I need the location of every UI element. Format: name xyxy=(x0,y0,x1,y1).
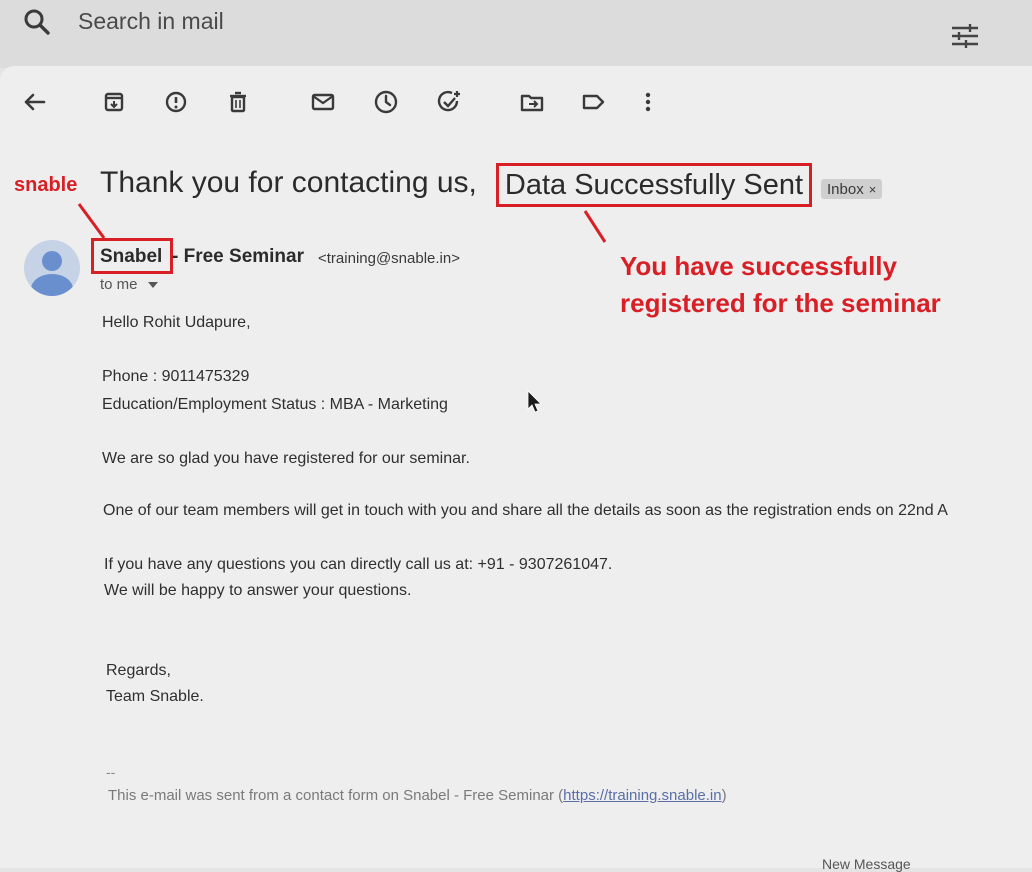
more-options-icon[interactable] xyxy=(632,86,664,118)
recipient-details-toggle[interactable]: to me xyxy=(100,276,158,293)
report-spam-icon[interactable] xyxy=(160,86,192,118)
body-regards: Regards, xyxy=(106,662,171,679)
filter-options-icon[interactable] xyxy=(948,20,982,52)
body-phone: Phone : 9011475329 xyxy=(102,368,250,385)
body-education: Education/Employment Status : MBA - Mark… xyxy=(102,396,448,413)
annotation-snable-label: snable xyxy=(14,174,78,196)
sender-email: <training@snable.in> xyxy=(318,250,460,267)
sender-name[interactable]: Snabel xyxy=(100,246,162,268)
avatar xyxy=(24,240,80,296)
remove-label-icon[interactable]: × xyxy=(869,182,877,197)
sender-name-suffix: - Free Seminar xyxy=(172,246,304,267)
body-contact-note: One of our team members will get in touc… xyxy=(103,502,948,519)
mark-unread-icon[interactable] xyxy=(307,86,339,118)
email-subject: Thank you for contacting us, xyxy=(100,166,477,199)
body-team: Team Snable. xyxy=(106,688,204,705)
body-registered: We are so glad you have registered for o… xyxy=(102,450,470,467)
snooze-icon[interactable] xyxy=(370,86,402,118)
search-bar[interactable]: Search in mail xyxy=(0,0,1032,68)
add-to-tasks-icon[interactable] xyxy=(433,86,465,118)
subject-highlight-box: Data Successfully Sent xyxy=(496,163,812,207)
move-to-icon[interactable] xyxy=(516,86,548,118)
to-me-label: to me xyxy=(100,276,138,293)
footer-link[interactable]: https://training.snable.in xyxy=(563,787,721,804)
delete-icon[interactable] xyxy=(222,86,254,118)
new-message-partial[interactable]: New Message xyxy=(822,856,911,872)
signature-separator: -- xyxy=(106,764,116,780)
search-input[interactable]: Search in mail xyxy=(78,8,224,35)
mouse-cursor-icon xyxy=(527,390,542,413)
subject-highlight-text: Data Successfully Sent xyxy=(504,168,804,201)
annotation-line-2: registered for the seminar xyxy=(620,288,941,318)
body-questions: If you have any questions you can direct… xyxy=(104,556,613,573)
email-footer: This e-mail was sent from a contact form… xyxy=(108,787,727,804)
annotation-line-1: You have successfully xyxy=(620,251,897,281)
inbox-label-chip[interactable]: Inbox × xyxy=(821,179,883,199)
inbox-label-text: Inbox xyxy=(827,181,864,198)
footer-end: ) xyxy=(721,787,727,804)
search-icon[interactable] xyxy=(22,7,52,37)
body-greeting: Hello Rohit Udapure, xyxy=(102,314,251,331)
body-happy: We will be happy to answer your question… xyxy=(104,582,412,599)
back-arrow-icon[interactable] xyxy=(18,86,50,118)
chevron-down-icon xyxy=(147,282,158,289)
label-icon[interactable] xyxy=(577,86,609,118)
footer-text: This e-mail was sent from a contact form… xyxy=(108,787,564,804)
avatar-body xyxy=(31,274,73,296)
avatar-head xyxy=(42,251,62,271)
annotation-registered-label: You have successfully registered for the… xyxy=(620,248,941,322)
archive-icon[interactable] xyxy=(98,86,130,118)
